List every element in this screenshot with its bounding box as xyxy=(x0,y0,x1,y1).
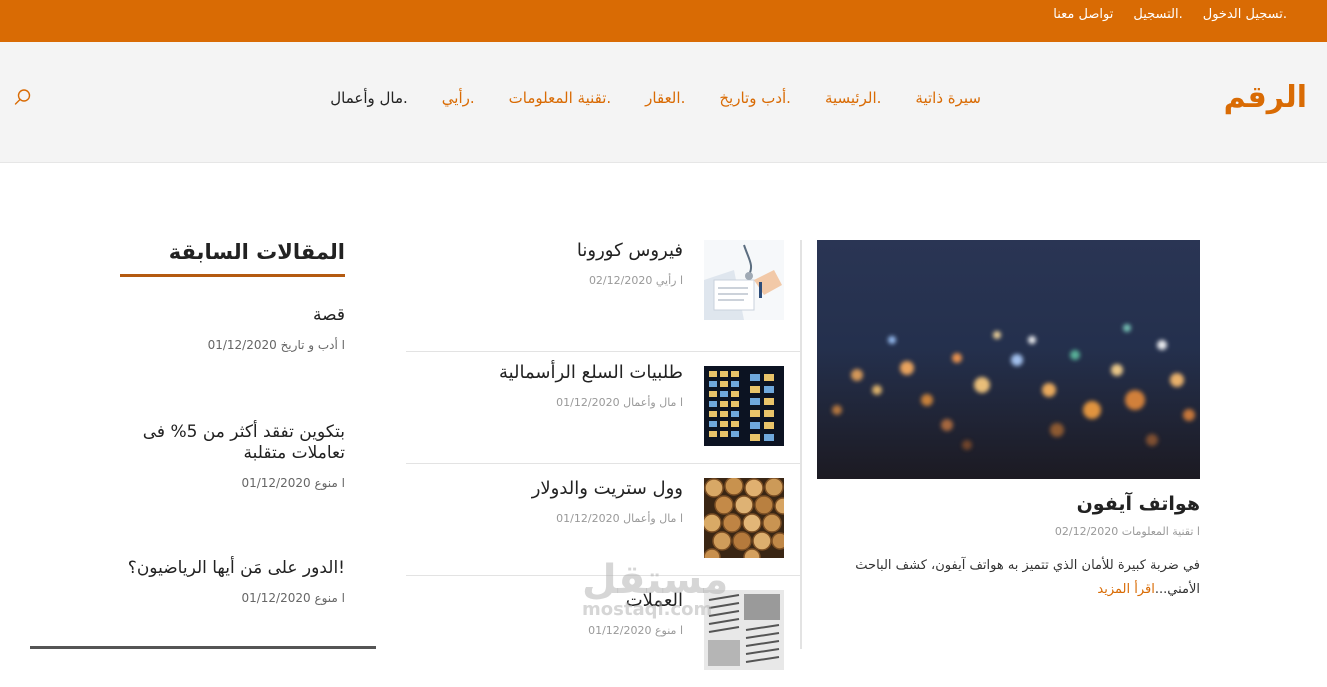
sidebar-item-meta: 01/12/2020 ا منوع xyxy=(241,591,345,605)
nav-item-literature[interactable]: أدب وتاريخ. xyxy=(719,89,791,107)
register-link[interactable]: التسجيل. xyxy=(1133,7,1182,22)
site-logo[interactable]: الرقم xyxy=(1224,80,1307,115)
read-more-link[interactable]: اقرأ المزيد xyxy=(1097,582,1154,597)
sidebar-item[interactable]: بتكوين تفقد أكثر من 5% فى تعاملات متقلبة… xyxy=(120,422,345,490)
thumbnail-buildings[interactable] xyxy=(704,366,784,446)
contact-link[interactable]: تواصل معنا xyxy=(1053,7,1113,22)
nav-item-cv[interactable]: سيرة ذاتية xyxy=(915,89,981,107)
list-item-meta: 01/12/2020 ا مال وأعمال xyxy=(556,512,683,525)
featured-meta: 02/12/2020 ا تقنية المعلومات xyxy=(1054,525,1200,538)
list-item-meta: 02/12/2020 ا رأيي xyxy=(588,274,683,287)
nav-item-opinion[interactable]: رأيي. xyxy=(442,89,475,107)
thumbnail-logs[interactable] xyxy=(704,478,784,558)
list-item-title[interactable]: فيروس كورونا xyxy=(577,240,683,261)
watermark-latin: mostaql.com xyxy=(582,599,713,620)
sidebar-item-meta: 01/12/2020 ا أدب و تاريخ xyxy=(207,338,345,352)
login-link[interactable]: تسجيل الدخول. xyxy=(1203,7,1287,22)
column-divider xyxy=(800,240,802,649)
featured-excerpt: في ضربة كبيرة للأمان الذي تتميز به هواتف… xyxy=(817,554,1200,602)
sidebar-item-title[interactable]: بتكوين تفقد أكثر من 5% فى تعاملات متقلبة xyxy=(120,422,345,464)
nav-item-realestate[interactable]: العقار. xyxy=(645,89,685,107)
featured-image[interactable] xyxy=(817,240,1200,479)
main-nav: سيرة ذاتية الرئيسية. أدب وتاريخ. العقار.… xyxy=(330,89,981,107)
list-item-title[interactable]: وول ستريت والدولار xyxy=(532,478,683,499)
site-header: الرقم سيرة ذاتية الرئيسية. أدب وتاريخ. ا… xyxy=(0,42,1327,163)
list-item-meta: 01/12/2020 ا مال وأعمال xyxy=(556,396,683,409)
top-bar: تسجيل الدخول. التسجيل. تواصل معنا xyxy=(0,0,1327,42)
watermark-arabic: مستقل xyxy=(582,557,729,603)
featured-title[interactable]: هواتف آيفون xyxy=(817,493,1200,515)
nav-item-business[interactable]: مال وأعمال. xyxy=(330,89,408,107)
sidebar-heading: المقالات السابقة xyxy=(168,240,345,264)
sidebar-item[interactable]: قصة 01/12/2020 ا أدب و تاريخ xyxy=(120,305,345,352)
featured-article: هواتف آيفون 02/12/2020 ا تقنية المعلومات… xyxy=(817,240,1200,602)
sidebar-item[interactable]: الدور على مَن أيها الرياضيون؟! 01/12/202… xyxy=(120,558,345,605)
thumbnail-doctor[interactable] xyxy=(704,240,784,320)
previous-articles-sidebar: المقالات السابقة قصة 01/12/2020 ا أدب و … xyxy=(120,240,345,605)
top-links: تسجيل الدخول. التسجيل. تواصل معنا xyxy=(1053,7,1287,22)
watermark: مستقل mostaql.com xyxy=(582,560,728,620)
search-icon[interactable] xyxy=(14,88,32,106)
list-item-title[interactable]: طلبيات السلع الرأسمالية xyxy=(499,362,683,383)
list-item[interactable]: فيروس كورونا 02/12/2020 ا رأيي xyxy=(406,240,800,352)
nav-item-it[interactable]: تقنية المعلومات. xyxy=(509,89,612,107)
sidebar-heading-underline xyxy=(120,274,345,277)
sidebar-item-title[interactable]: الدور على مَن أيها الرياضيون؟! xyxy=(120,558,345,579)
sidebar-item-meta: 01/12/2020 ا منوع xyxy=(241,476,345,490)
nav-item-home[interactable]: الرئيسية. xyxy=(825,89,881,107)
sidebar-item-title[interactable]: قصة xyxy=(120,305,345,326)
list-item[interactable]: طلبيات السلع الرأسمالية 01/12/2020 ا مال… xyxy=(406,352,800,464)
list-item-meta: 01/12/2020 ا منوع xyxy=(588,624,683,637)
